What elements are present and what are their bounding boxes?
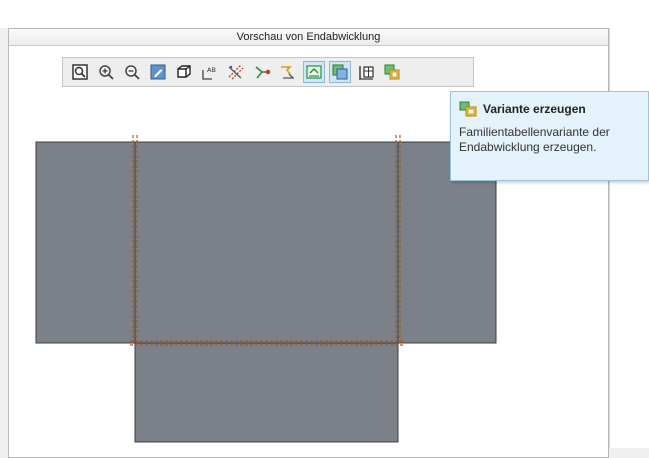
tooltip-title: Variante erzeugen bbox=[459, 100, 648, 118]
center-face bbox=[134, 141, 399, 344]
datum-point-icon bbox=[255, 66, 271, 79]
view-orientation-button[interactable] bbox=[173, 61, 195, 83]
bend-lines-button[interactable] bbox=[225, 61, 247, 83]
create-variant-icon bbox=[384, 64, 400, 80]
preview-toolbar: AB bbox=[62, 57, 474, 87]
tooltip-title-text: Variante erzeugen bbox=[483, 102, 586, 116]
create-variant-icon bbox=[459, 101, 477, 117]
edit-view-button[interactable] bbox=[147, 61, 169, 83]
bottom-flange bbox=[134, 342, 399, 443]
tooltip-description: Familientabellenvariante der Endabwicklu… bbox=[459, 125, 610, 154]
bend-lines-icon bbox=[228, 64, 244, 80]
datum-point-button[interactable] bbox=[251, 61, 273, 83]
zoom-out-icon bbox=[125, 65, 140, 80]
create-variant-button[interactable] bbox=[381, 61, 403, 83]
table-icon bbox=[359, 66, 374, 80]
datum-axis-icon bbox=[281, 66, 294, 79]
datum-axis-button[interactable] bbox=[277, 61, 299, 83]
zoom-window-button[interactable] bbox=[69, 61, 91, 83]
svg-text:AB: AB bbox=[207, 66, 216, 74]
zoom-in-icon bbox=[99, 65, 114, 80]
window-top-strip bbox=[0, 0, 649, 28]
model-display-icon bbox=[332, 64, 348, 80]
left-flange bbox=[35, 141, 136, 344]
panel-title: Vorschau von Endabwicklung bbox=[9, 29, 608, 46]
annotation-icon: AB bbox=[202, 66, 216, 80]
zoom-in-button[interactable] bbox=[95, 61, 117, 83]
zoom-out-button[interactable] bbox=[121, 61, 143, 83]
flat-state-icon bbox=[306, 65, 322, 79]
model-display-button[interactable] bbox=[329, 61, 351, 83]
table-button[interactable] bbox=[355, 61, 377, 83]
zoom-window-icon bbox=[72, 64, 88, 80]
flat-state-button[interactable] bbox=[303, 61, 325, 83]
variant-tooltip: Variante erzeugen Familientabellenvarian… bbox=[450, 91, 649, 181]
view-orientation-icon bbox=[177, 65, 191, 78]
edit-view-icon bbox=[150, 64, 166, 80]
annotation-button[interactable]: AB bbox=[199, 61, 221, 83]
